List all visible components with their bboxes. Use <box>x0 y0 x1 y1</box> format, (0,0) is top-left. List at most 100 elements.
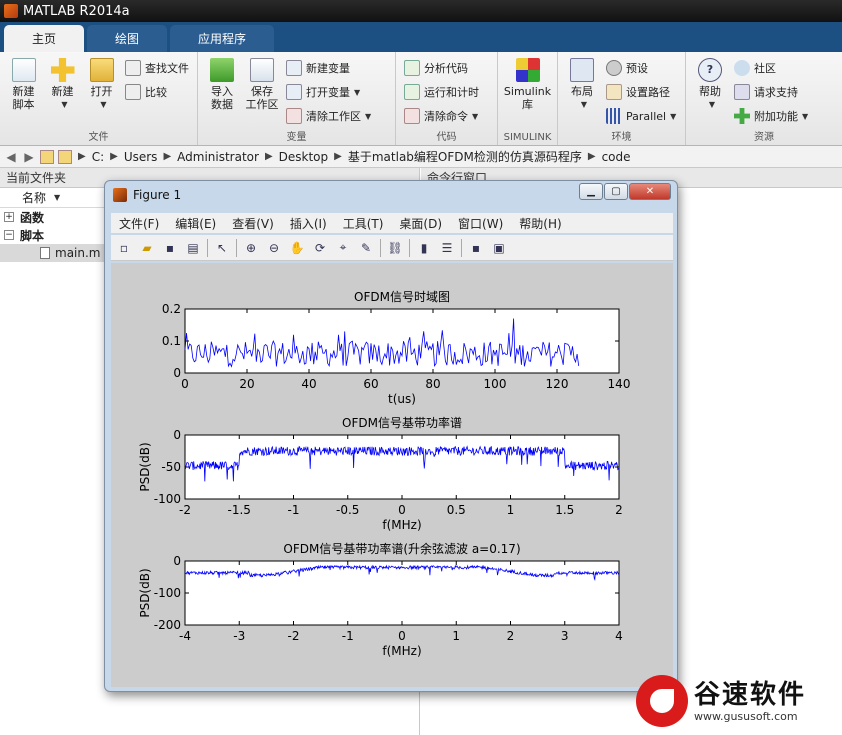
x-axis-label-2: f(MHz) <box>382 644 421 658</box>
plot-title-2: OFDM信号基带功率谱(升余弦滤波 a=0.17) <box>283 541 520 556</box>
find-files-button[interactable]: 查找文件 <box>125 58 189 78</box>
group-code: 分析代码 运行和计时 清除命令 ▼ 代码 <box>396 52 498 145</box>
show-plot-tools-icon[interactable]: ▣ <box>490 239 508 257</box>
menu-desktop[interactable]: 桌面(D) <box>399 215 442 232</box>
run-and-time-button[interactable]: 运行和计时 <box>404 82 479 102</box>
collapse-icon[interactable]: − <box>4 230 14 240</box>
x-tick-label-0-3: 60 <box>363 377 378 391</box>
address-bar: ◀ ▶ ▶ C: ▶ Users ▶ Administrator ▶ Deskt… <box>0 146 842 168</box>
import-data-button[interactable]: 导入 数据 <box>202 56 242 129</box>
community-button[interactable]: 社区 <box>734 58 808 78</box>
y-tick-label-0-0: 0 <box>173 366 181 380</box>
y-tick-label-1-0: -100 <box>154 492 181 506</box>
x-tick-label-2-4: 0 <box>398 629 406 643</box>
breadcrumb-code[interactable]: code <box>602 150 631 164</box>
menu-insert[interactable]: 插入(I) <box>290 215 327 232</box>
save-icon[interactable]: ▪ <box>161 239 179 257</box>
x-tick-label-0-7: 140 <box>608 377 631 391</box>
breadcrumb-desktop[interactable]: Desktop <box>279 150 329 164</box>
parallel-icon <box>606 108 622 124</box>
open-button[interactable]: 打开 ▼ <box>82 56 121 129</box>
chevron-right-icon: ▶ <box>163 151 172 162</box>
chevron-down-icon: ▼ <box>670 111 677 121</box>
group-label-environment: 环境 <box>611 132 632 143</box>
x-tick-label-1-7: 1.5 <box>555 503 574 517</box>
minimize-button[interactable]: ▁ <box>579 183 603 200</box>
simulink-library-icon <box>515 58 540 82</box>
colorbar-icon[interactable]: ▮ <box>415 239 433 257</box>
set-path-button[interactable]: 设置路径 <box>606 82 676 102</box>
breadcrumb-administrator[interactable]: Administrator <box>177 150 259 164</box>
request-support-button[interactable]: 请求支持 <box>734 82 808 102</box>
brush-icon[interactable]: ✎ <box>357 239 375 257</box>
print-icon[interactable]: ▤ <box>184 239 202 257</box>
ribbon: 新建 脚本 新建 ▼ 打开 ▼ 查找文件 比较 文件 导入 数据 保存 工作区 … <box>0 52 842 146</box>
preferences-button[interactable]: 预设 <box>606 58 676 78</box>
help-button[interactable]: ? 帮助 ▼ <box>690 56 730 129</box>
menu-file[interactable]: 文件(F) <box>119 215 159 232</box>
menu-window[interactable]: 窗口(W) <box>458 215 503 232</box>
link-plot-icon[interactable]: ⛓ <box>386 239 404 257</box>
menu-edit[interactable]: 编辑(E) <box>175 215 216 232</box>
menu-help[interactable]: 帮助(H) <box>519 215 561 232</box>
open-variable-button[interactable]: 打开变量 ▼ <box>286 82 371 102</box>
tab-apps[interactable]: 应用程序 <box>170 25 275 52</box>
m-file-icon <box>40 247 50 259</box>
simulink-library-button[interactable]: Simulink 库 <box>502 56 553 129</box>
new-button[interactable]: 新建 ▼ <box>43 56 82 129</box>
clear-workspace-button[interactable]: 清除工作区 ▼ <box>286 106 371 126</box>
parallel-button[interactable]: Parallel ▼ <box>606 106 676 126</box>
help-icon: ? <box>698 58 722 82</box>
toolbar-divider <box>207 238 208 257</box>
x-axis-label-0: t(us) <box>388 392 416 406</box>
group-label-file: 文件 <box>88 132 109 143</box>
zoom-in-icon[interactable]: ⊕ <box>242 239 260 257</box>
close-button[interactable]: ✕ <box>629 183 671 200</box>
open-file-icon[interactable]: ▰ <box>138 239 156 257</box>
new-figure-icon[interactable]: ▫ <box>115 239 133 257</box>
folder-open-icon <box>89 58 114 82</box>
y-tick-label-2-0: -200 <box>154 618 181 632</box>
new-script-button[interactable]: 新建 脚本 <box>4 56 43 129</box>
new-variable-button[interactable]: 新建变量 <box>286 58 371 78</box>
rotate-3d-icon[interactable]: ⟳ <box>311 239 329 257</box>
toolbar-divider <box>409 238 410 257</box>
expand-icon[interactable]: + <box>4 212 14 222</box>
figure-canvas: OFDM信号时域图 0 20 40 60 80 100 120 140 0 0.1 0.2 t(us) O… <box>111 263 673 687</box>
back-arrow-icon[interactable]: ◀ <box>4 150 18 164</box>
sort-arrow-icon: ▼ <box>54 193 61 202</box>
import-data-icon <box>210 58 234 82</box>
y-axis-label-2: PSD(dB) <box>138 568 152 617</box>
analyze-code-button[interactable]: 分析代码 <box>404 58 479 78</box>
breadcrumb-project[interactable]: 基于matlab编程OFDM检测的仿真源码程序 <box>348 148 582 165</box>
chevron-down-icon: ▼ <box>580 100 588 109</box>
menu-view[interactable]: 查看(V) <box>232 215 274 232</box>
maximize-button[interactable]: ▢ <box>604 183 628 200</box>
plot-axes-0 <box>184 308 620 374</box>
breadcrumb-users[interactable]: Users <box>124 150 158 164</box>
layout-button[interactable]: 布局 ▼ <box>562 56 602 129</box>
pan-icon[interactable]: ✋ <box>288 239 306 257</box>
watermark: 谷速软件 www.gususoft.com <box>636 671 836 731</box>
toolbar-divider <box>236 238 237 257</box>
chevron-right-icon: ▶ <box>587 151 596 162</box>
clear-commands-button[interactable]: 清除命令 ▼ <box>404 106 479 126</box>
compare-button[interactable]: 比较 <box>125 82 189 102</box>
legend-icon[interactable]: ☰ <box>438 239 456 257</box>
addons-button[interactable]: 附加功能 ▼ <box>734 106 808 126</box>
menu-tools[interactable]: 工具(T) <box>343 215 384 232</box>
data-cursor-icon[interactable]: ⌖ <box>334 239 352 257</box>
hide-plot-tools-icon[interactable]: ▪ <box>467 239 485 257</box>
y-tick-label-1-2: 0 <box>173 428 181 442</box>
open-variable-icon <box>286 84 302 100</box>
up-folder-icon[interactable] <box>40 149 54 164</box>
save-workspace-button[interactable]: 保存 工作区 <box>242 56 282 129</box>
tab-plots[interactable]: 绘图 <box>87 25 168 52</box>
x-tick-label-1-5: 0.5 <box>447 503 466 517</box>
edit-plot-icon[interactable]: ↖ <box>213 239 231 257</box>
browse-folder-icon[interactable] <box>58 149 72 164</box>
zoom-out-icon[interactable]: ⊖ <box>265 239 283 257</box>
breadcrumb-c[interactable]: C: <box>92 150 104 164</box>
forward-arrow-icon[interactable]: ▶ <box>22 150 36 164</box>
tab-home[interactable]: 主页 <box>4 25 85 52</box>
